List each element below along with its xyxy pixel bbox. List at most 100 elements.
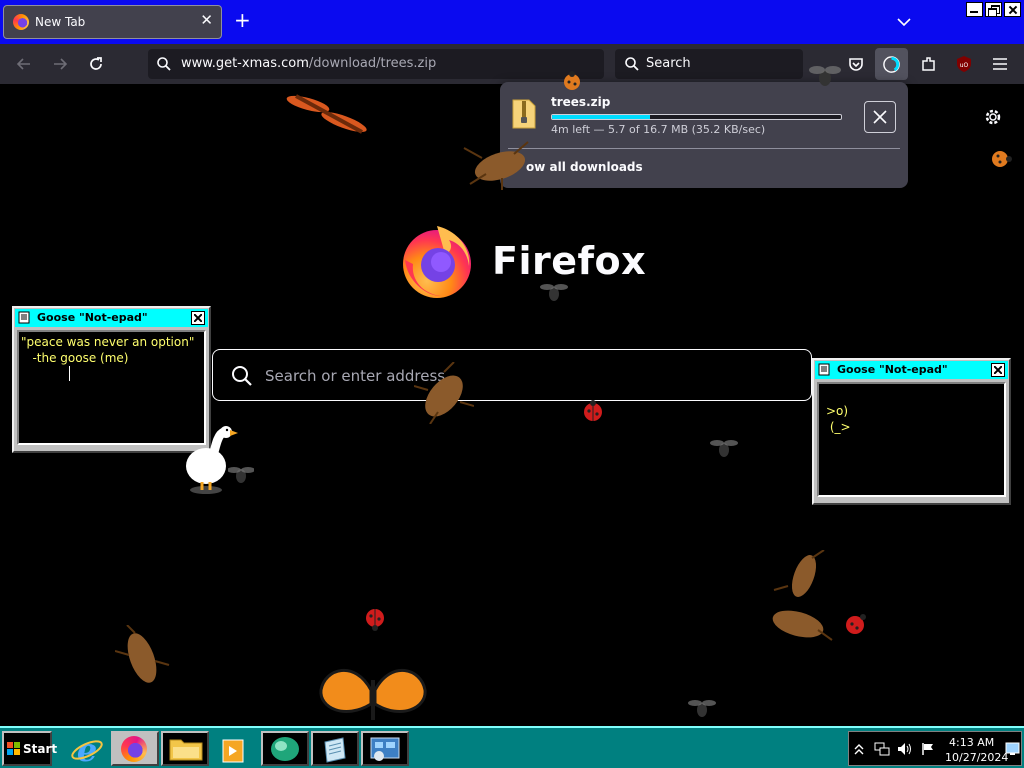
notepad-icon: [818, 363, 830, 376]
fly-icon: [688, 700, 716, 717]
list-all-tabs-icon[interactable]: [896, 14, 912, 30]
taskbar-messenger[interactable]: [261, 731, 309, 766]
firefox-wordmark: Firefox: [492, 239, 647, 283]
ladybug-icon: [846, 614, 866, 634]
start-label: Start: [23, 742, 58, 756]
browser-titlebar: New Tab ✕ +: [0, 0, 1024, 44]
taskbar-media-player[interactable]: [211, 731, 259, 766]
search-bar[interactable]: Search: [615, 49, 803, 79]
firefox-icon: [13, 14, 29, 30]
show-hidden-icons-icon[interactable]: [854, 743, 864, 755]
notepad-icon: [18, 311, 30, 324]
ublock-icon[interactable]: uO: [955, 55, 973, 73]
notepad-close-button[interactable]: [191, 311, 205, 325]
tab-title: New Tab: [35, 15, 86, 29]
download-progress-fill: [552, 115, 651, 119]
ladybug-icon: [584, 400, 602, 421]
search-icon: [232, 366, 252, 386]
search-bar-label: Search: [646, 56, 691, 71]
folder-icon: [169, 739, 203, 761]
notepad-text: >o) (_>: [826, 404, 851, 434]
fly-icon: [809, 66, 841, 86]
url-host: www.get-xmas.com: [181, 56, 309, 71]
firefox-icon: [121, 736, 147, 762]
downloads-panel: trees.zip 4m left — 5.7 of 16.7 MB (35.2…: [500, 82, 908, 188]
text-caret: [69, 366, 70, 381]
notepad-icon: [324, 737, 346, 763]
forward-icon[interactable]: [50, 54, 70, 74]
butterfly-icon: [319, 669, 427, 720]
fly-icon: [710, 440, 738, 457]
ladybug-icon: [564, 71, 580, 90]
firefox-logo: [403, 226, 471, 298]
cockroach-icon: [463, 141, 529, 190]
goose-notepad-right[interactable]: Goose "Not-epad" >o) (_>: [812, 358, 1011, 505]
taskbar-file-explorer[interactable]: [161, 731, 209, 766]
close-icon: [994, 366, 1002, 374]
show-all-downloads-link[interactable]: ow all downloads: [526, 160, 643, 174]
back-icon[interactable]: [14, 54, 34, 74]
cockroach-icon: [414, 362, 474, 424]
ladybug-icon: [366, 609, 384, 631]
cockroach-icon: [772, 550, 833, 641]
download-progress-bar: [551, 114, 842, 120]
notepad-titlebar[interactable]: Goose "Not-epad": [815, 361, 1008, 379]
start-button[interactable]: Start: [2, 731, 57, 766]
cockroach-icon: [115, 625, 170, 683]
messenger-icon: [271, 737, 299, 761]
clock-date[interactable]: 10/27/2024: [945, 751, 1008, 764]
zip-file-icon: [512, 99, 536, 129]
notepad-title: Goose "Not-epad": [37, 311, 148, 324]
system-tray: 4:13 AM 10/27/2024: [848, 731, 1022, 766]
taskbar-firefox[interactable]: [111, 731, 159, 766]
settings-gear-icon[interactable]: [983, 107, 1003, 127]
reload-icon[interactable]: [86, 54, 106, 74]
tab-close-icon[interactable]: ✕: [200, 13, 213, 28]
control-panel-icon: [370, 737, 400, 761]
address-bar[interactable]: www.get-xmas.com/download/trees.zip: [148, 49, 604, 79]
internet-explorer-icon: e: [71, 733, 103, 765]
fly-icon: [540, 284, 568, 301]
ladybug-icon: [992, 151, 1012, 167]
notepad-text-area[interactable]: "peace was never an option" -the goose (…: [17, 330, 206, 445]
close-icon: [194, 314, 202, 322]
notepad-titlebar[interactable]: Goose "Not-epad": [15, 309, 208, 327]
notepad-text-area[interactable]: >o) (_>: [817, 382, 1006, 497]
notepad-title: Goose "Not-epad": [837, 363, 948, 376]
window-close-button[interactable]: [1004, 2, 1021, 17]
navigation-toolbar: www.get-xmas.com/download/trees.zip Sear…: [0, 44, 1024, 84]
media-player-icon: [222, 739, 244, 763]
cancel-download-button[interactable]: [864, 101, 896, 133]
cancel-download-icon: [873, 110, 887, 124]
url-path: /download/trees.zip: [308, 56, 437, 71]
panel-divider: [508, 148, 900, 149]
restore-button[interactable]: [985, 2, 1002, 17]
windows-logo-icon: [7, 742, 20, 755]
action-center-flag-icon[interactable]: [921, 742, 935, 756]
dragonfly-icon: [286, 94, 367, 134]
taskbar-control-panel[interactable]: [361, 731, 409, 766]
menu-icon[interactable]: [990, 54, 1010, 74]
url-text: www.get-xmas.com/download/trees.zip: [181, 56, 436, 71]
notepad-text: "peace was never an option" -the goose (…: [21, 335, 195, 365]
tab-new-tab[interactable]: New Tab ✕: [3, 5, 222, 39]
minimize-button[interactable]: [966, 2, 983, 17]
search-icon: [625, 57, 639, 71]
show-desktop-icon[interactable]: [1005, 741, 1020, 756]
downloads-button[interactable]: [875, 48, 908, 80]
taskbar-internet-explorer[interactable]: e: [62, 731, 110, 766]
pocket-icon[interactable]: [846, 54, 866, 74]
download-status: 4m left — 5.7 of 16.7 MB (35.2 KB/sec): [551, 123, 766, 136]
window-controls: [966, 2, 1021, 17]
taskbar: Start e 4:13 AM 10/27/2024: [0, 726, 1024, 768]
newtab-search-box[interactable]: Search or enter address: [212, 349, 812, 401]
extensions-icon[interactable]: [919, 54, 939, 74]
volume-icon[interactable]: [897, 742, 913, 756]
download-file-name: trees.zip: [551, 95, 611, 109]
new-tab-icon[interactable]: +: [234, 10, 251, 30]
clock-time[interactable]: 4:13 AM: [949, 736, 994, 749]
svg-text:e: e: [77, 733, 97, 765]
taskbar-notepad[interactable]: [311, 731, 359, 766]
network-icon[interactable]: [874, 742, 890, 756]
notepad-close-button[interactable]: [991, 363, 1005, 377]
